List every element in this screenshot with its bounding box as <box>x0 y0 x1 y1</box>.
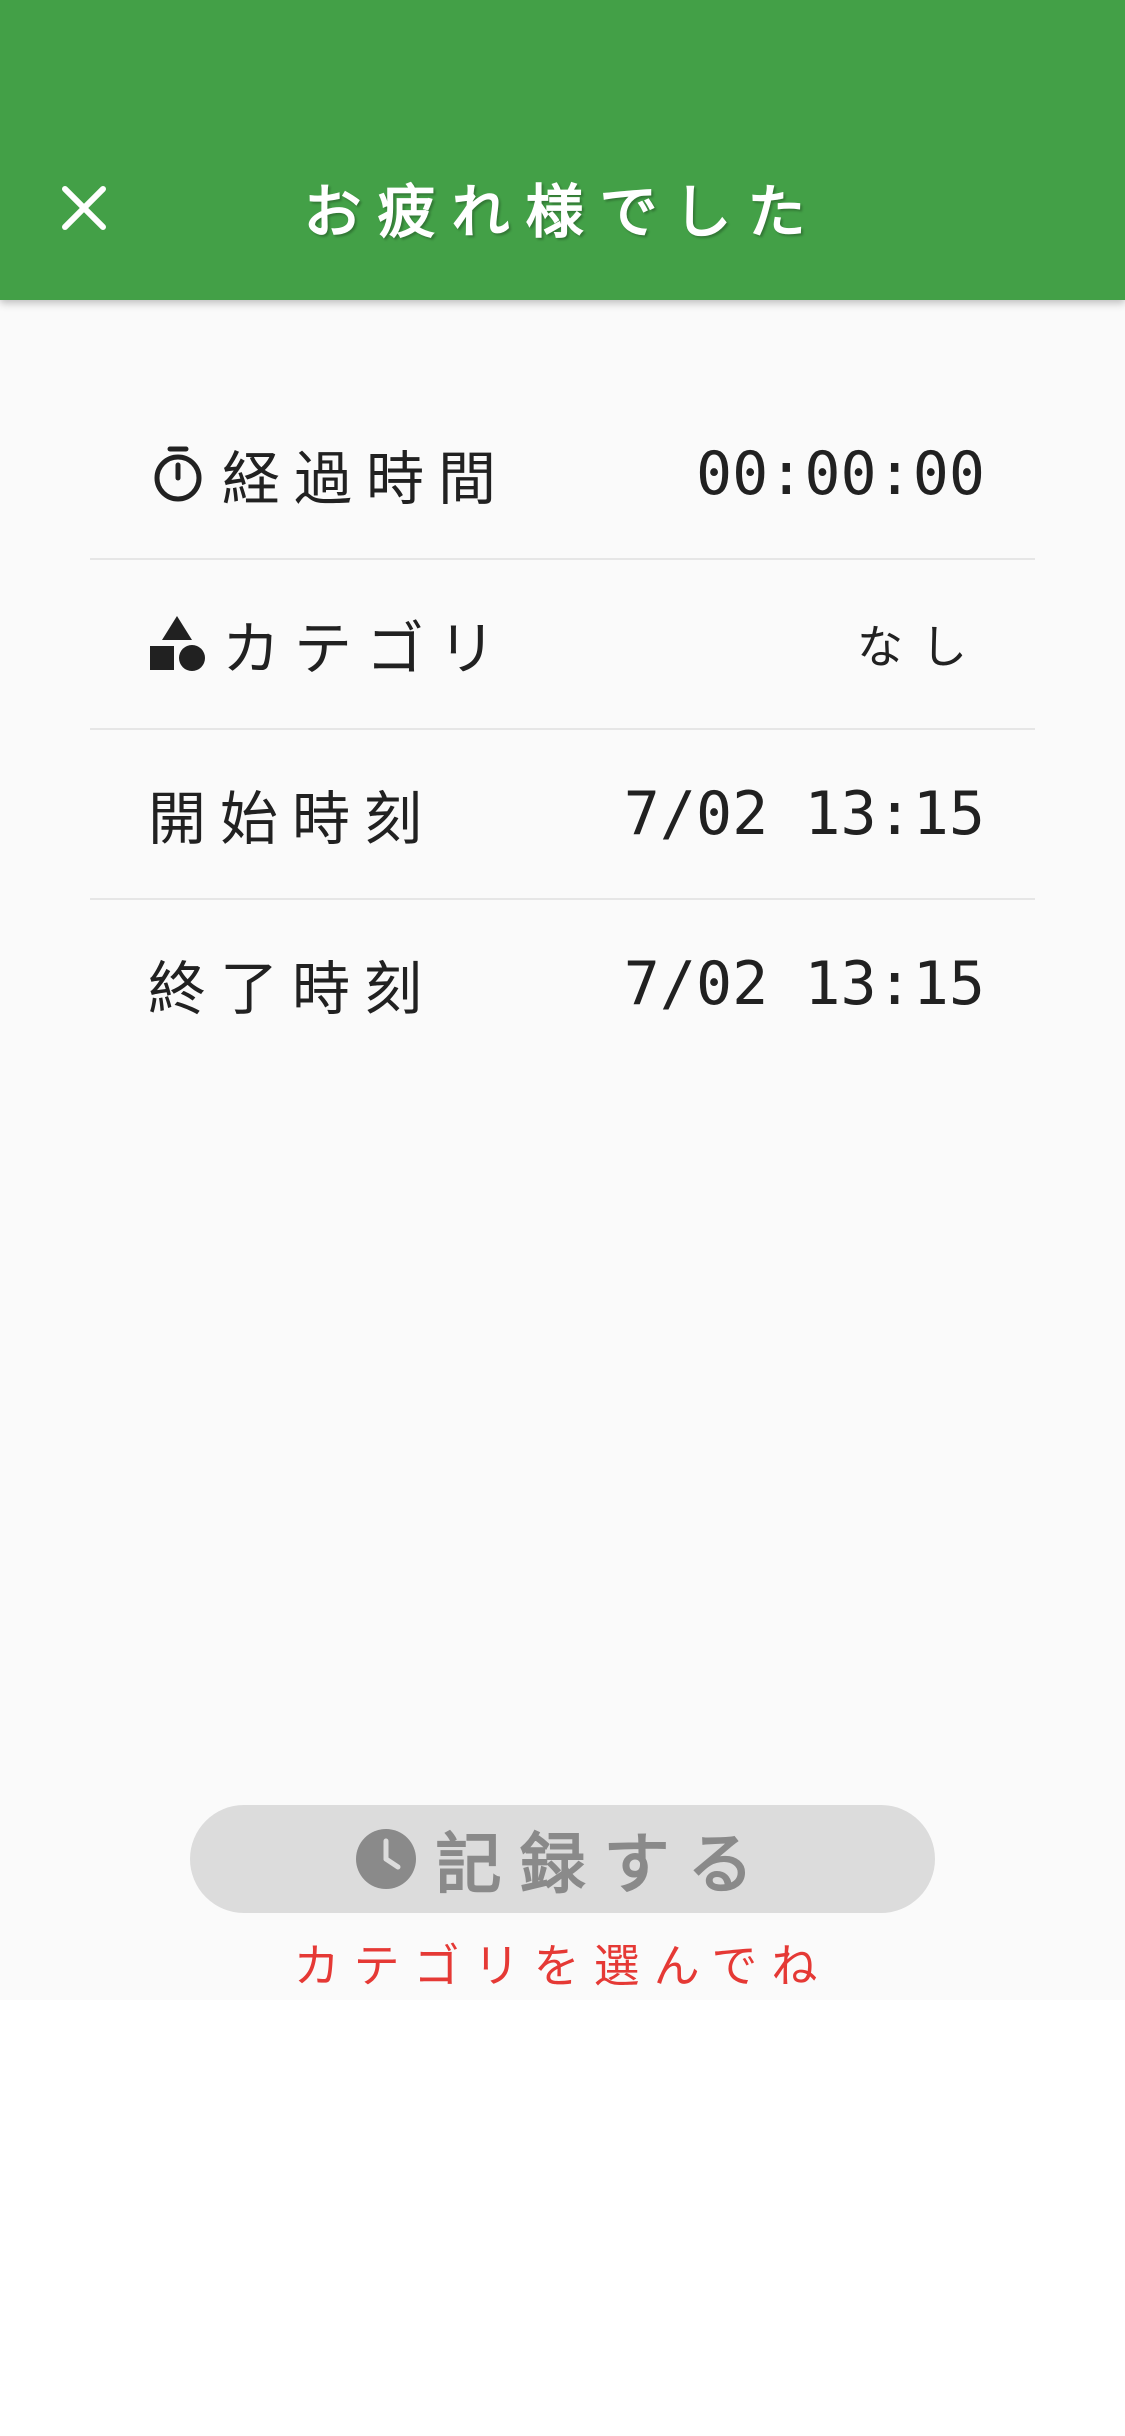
end-time-value: 7/02 13:15 <box>623 949 985 1019</box>
record-button[interactable]: 記録する <box>190 1805 935 1913</box>
row-category[interactable]: カテゴリ なし <box>90 560 1035 730</box>
record-button-label: 記録する <box>435 1826 772 1903</box>
start-time-label: 開始時刻 <box>148 785 437 853</box>
end-time-label: 終了時刻 <box>148 955 437 1023</box>
row-start-time: 開始時刻 7/02 13:15 <box>90 730 1035 900</box>
page-title: お疲れ様でした <box>303 178 822 246</box>
start-time-value: 7/02 13:15 <box>623 779 985 849</box>
category-hint: カテゴリを選んでね <box>293 1939 832 1993</box>
elapsed-time-label: 経過時間 <box>222 445 511 513</box>
category-label: カテゴリ <box>222 615 511 683</box>
summary-list: 経過時間 00:00:00 カテゴリ なし 開始時刻 7/02 13:15 終了… <box>90 390 1035 1068</box>
app-bar: お疲れ様でした <box>0 0 1125 300</box>
shapes-icon <box>148 614 208 674</box>
elapsed-time-value: 00:00:00 <box>696 439 985 509</box>
clock-icon <box>354 1827 418 1891</box>
stopwatch-icon <box>148 444 208 504</box>
row-elapsed-time: 経過時間 00:00:00 <box>90 390 1035 560</box>
screen: お疲れ様でした 経過時間 00:00:00 カテゴリ なし 開始時刻 7/02 … <box>0 0 1125 2000</box>
category-value: なし <box>857 620 985 674</box>
row-end-time: 終了時刻 7/02 13:15 <box>90 900 1035 1068</box>
